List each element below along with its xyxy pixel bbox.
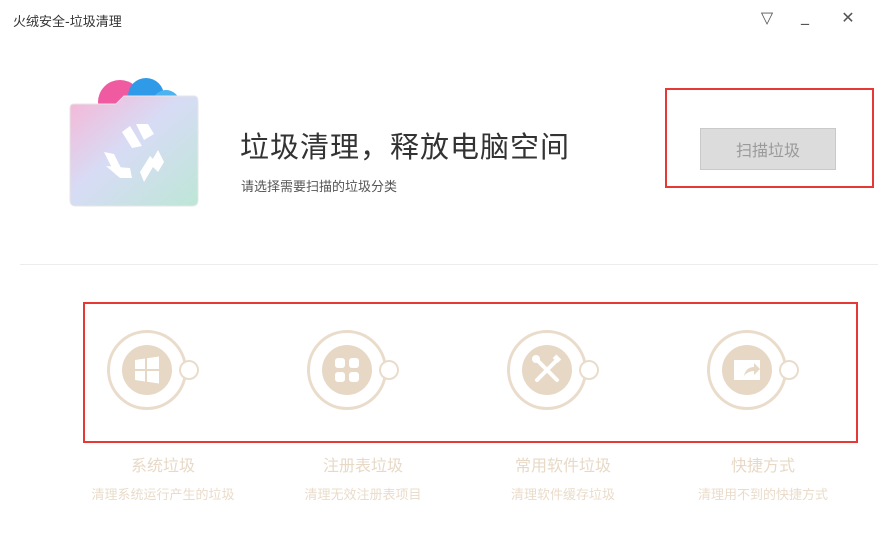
- highlight-box-scan: [665, 88, 874, 188]
- shortcut-icon: [722, 345, 772, 395]
- title-bar: 火绒安全-垃圾清理 ▽ _ ✕: [0, 0, 888, 36]
- category-title: 常用软件垃圾: [514, 456, 611, 475]
- category-description: 清理用不到的快捷方式: [697, 488, 828, 503]
- category-description: 清理软件缓存垃圾: [510, 488, 615, 503]
- app-title: 火绒安全-垃圾清理: [13, 15, 122, 30]
- category-icon-ring: [507, 330, 587, 410]
- close-button[interactable]: ✕: [835, 6, 861, 28]
- page-headline: 垃圾清理，释放电脑空间: [240, 130, 571, 164]
- category-title: 注册表垃圾: [322, 456, 403, 475]
- category-description: 清理系统运行产生的垃圾: [91, 488, 235, 503]
- category-icon-ring: [107, 330, 187, 410]
- category-checkbox[interactable]: [379, 360, 399, 380]
- category-checkbox[interactable]: [579, 360, 599, 380]
- menu-dropdown-icon[interactable]: ▽: [754, 6, 780, 28]
- tools-icon: [522, 345, 572, 395]
- category-shortcuts[interactable]: 快捷方式 清理用不到的快捷方式: [663, 326, 863, 516]
- recycle-bin-icon: [69, 78, 199, 207]
- minimize-button[interactable]: _: [792, 6, 818, 28]
- category-description: 清理无效注册表项目: [304, 488, 422, 503]
- section-divider: [20, 264, 878, 265]
- category-system-garbage[interactable]: 系统垃圾 清理系统运行产生的垃圾: [63, 326, 263, 516]
- category-software-garbage[interactable]: 常用软件垃圾 清理软件缓存垃圾: [463, 326, 663, 516]
- category-checkbox[interactable]: [179, 360, 199, 380]
- registry-icon: [322, 345, 372, 395]
- windows-icon: [122, 345, 172, 395]
- category-title: 系统垃圾: [130, 456, 195, 475]
- page-subtitle: 请选择需要扫描的垃圾分类: [241, 180, 398, 195]
- category-checkbox[interactable]: [779, 360, 799, 380]
- category-icon-ring: [707, 330, 787, 410]
- category-icon-ring: [307, 330, 387, 410]
- category-title: 快捷方式: [730, 456, 795, 475]
- category-registry-garbage[interactable]: 注册表垃圾 清理无效注册表项目: [263, 326, 463, 516]
